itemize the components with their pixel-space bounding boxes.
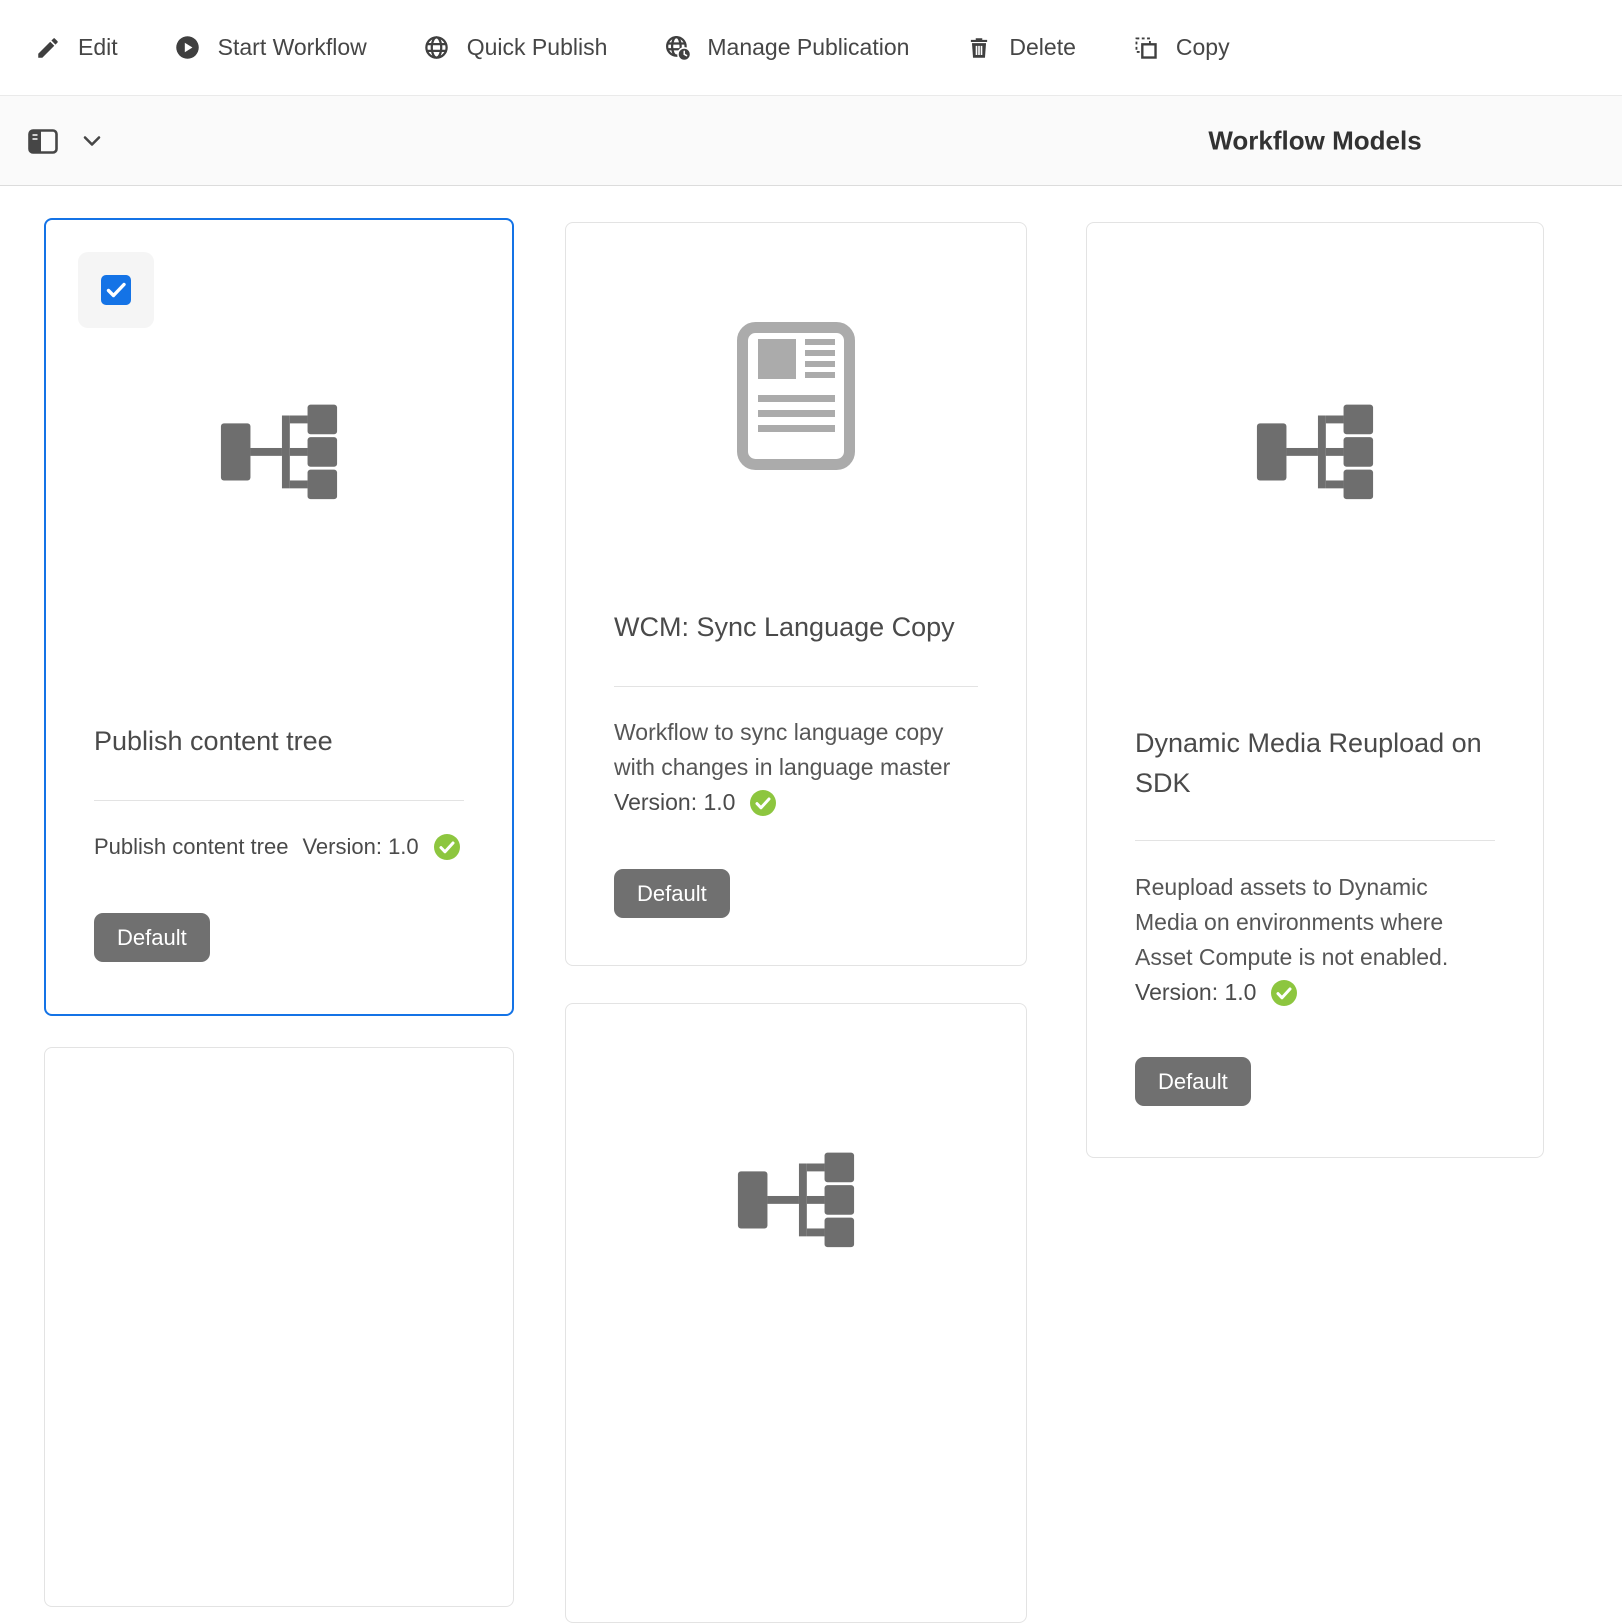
globe-clock-icon	[663, 34, 691, 62]
article-icon	[566, 223, 1026, 569]
check-circle-icon	[433, 833, 461, 861]
check-circle-icon	[1270, 979, 1298, 1007]
card-body: Publish content tree Publish content tre…	[46, 723, 512, 962]
edit-icon	[34, 34, 62, 62]
start-workflow-button[interactable]: Start Workflow	[174, 34, 367, 62]
card-select-checkbox[interactable]	[78, 252, 154, 328]
check-circle-icon	[749, 789, 777, 817]
workflow-card-partial[interactable]	[565, 1003, 1027, 1623]
default-badge: Default	[1135, 1057, 1251, 1106]
copy-icon	[1132, 34, 1160, 62]
card-title: Dynamic Media Reupload on SDK	[1135, 728, 1482, 798]
workflow-tree-icon	[1087, 223, 1543, 671]
card-title: Publish content tree	[94, 726, 333, 756]
content-rail-icon	[27, 125, 59, 157]
version-row: Version: 1.0	[614, 785, 978, 820]
version-row: Version: 1.0	[1135, 975, 1495, 1010]
version-label: Version: 1.0	[614, 789, 736, 815]
toolbar-item-label: Manage Publication	[707, 34, 910, 60]
card-meta-title: Publish content tree	[94, 834, 289, 859]
delete-button[interactable]: Delete	[965, 34, 1076, 62]
chevron-down-icon	[81, 130, 103, 152]
checkbox-checked-icon	[101, 275, 131, 305]
toolbar-item-label: Quick Publish	[466, 34, 608, 60]
toolbar-item-label: Copy	[1175, 34, 1230, 60]
divider	[94, 800, 464, 801]
workflow-card-partial[interactable]	[44, 1047, 514, 1607]
divider	[614, 686, 978, 687]
card-description: Reupload assets to Dynamic Media on envi…	[1135, 874, 1449, 970]
default-badge: Default	[94, 913, 210, 962]
toolbar-item-label: Delete	[1009, 34, 1076, 60]
card-description: Workflow to sync language copy with chan…	[614, 719, 951, 780]
toolbar-item-label: Edit	[78, 34, 118, 60]
content-rail-toggle[interactable]	[27, 125, 103, 157]
workflow-card-wcm-sync-language-copy[interactable]: WCM: Sync Language Copy Workflow to sync…	[565, 222, 1027, 966]
card-meta: Publish content tree Version: 1.0	[94, 833, 464, 861]
version-label: Version: 1.0	[302, 834, 419, 859]
play-circle-icon	[174, 34, 202, 62]
version-label: Version: 1.0	[1135, 979, 1257, 1005]
page-title: Workflow Models	[1208, 125, 1422, 155]
globe-icon	[423, 34, 451, 62]
card-body: WCM: Sync Language Copy Workflow to sync…	[566, 609, 1026, 918]
action-toolbar: Edit Start Workflow Quick Publish Manage…	[0, 0, 1622, 96]
workflow-tree-icon	[566, 1004, 1026, 1386]
quick-publish-button[interactable]: Quick Publish	[423, 34, 608, 62]
title-bar: Workflow Models	[0, 96, 1622, 186]
card-title: WCM: Sync Language Copy	[614, 612, 955, 642]
workflow-card-publish-content-tree[interactable]: Publish content tree Publish content tre…	[44, 218, 514, 1016]
trash-icon	[965, 34, 993, 62]
copy-button[interactable]: Copy	[1132, 34, 1230, 62]
edit-button[interactable]: Edit	[34, 34, 118, 62]
divider	[1135, 840, 1495, 841]
card-body: Dynamic Media Reupload on SDK Reupload a…	[1087, 723, 1543, 1106]
workflow-card-dynamic-media-reupload[interactable]: Dynamic Media Reupload on SDK Reupload a…	[1086, 222, 1544, 1158]
default-badge: Default	[614, 869, 730, 918]
toolbar-item-label: Start Workflow	[217, 34, 367, 60]
manage-publication-button[interactable]: Manage Publication	[663, 34, 909, 62]
